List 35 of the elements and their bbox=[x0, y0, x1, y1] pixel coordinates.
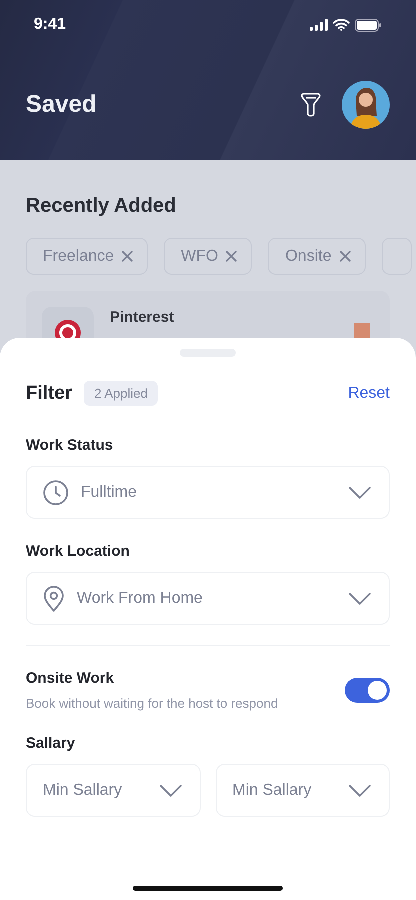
page-title: Saved bbox=[26, 91, 97, 119]
avatar-icon[interactable] bbox=[342, 81, 390, 129]
chevron-down-icon bbox=[160, 784, 182, 796]
battery-icon bbox=[355, 18, 382, 32]
clock-icon bbox=[43, 480, 69, 506]
filter-chip[interactable]: Onsite bbox=[268, 238, 366, 275]
setting-description: Book without waiting for the host to respond bbox=[26, 696, 280, 711]
signal-icon bbox=[310, 19, 328, 31]
field-label: Work Location bbox=[26, 543, 131, 560]
toggle-switch[interactable] bbox=[345, 678, 390, 703]
close-icon[interactable] bbox=[226, 251, 238, 262]
chevron-down-icon bbox=[349, 592, 371, 604]
filter-icon[interactable] bbox=[300, 93, 322, 117]
company-name: Pinterest bbox=[110, 309, 174, 328]
filter-chip[interactable]: Freelance bbox=[26, 238, 148, 275]
close-icon[interactable] bbox=[122, 251, 134, 262]
dropdown-field[interactable]: Min Sallary bbox=[26, 764, 200, 817]
chevron-down-icon bbox=[349, 486, 371, 498]
chevron-down-icon bbox=[349, 784, 371, 796]
section-title: Recently Added bbox=[26, 195, 178, 218]
field-label: Sallary bbox=[26, 735, 76, 752]
status-marker-icon bbox=[354, 323, 370, 339]
field-label: Work Status bbox=[26, 437, 114, 454]
applied-badge: 2 Applied bbox=[84, 381, 158, 406]
sheet-title: Filter bbox=[26, 382, 72, 404]
setting-label: Onsite Work bbox=[26, 670, 116, 687]
filter-chip[interactable]: WFO bbox=[164, 238, 252, 275]
reset-link[interactable]: Reset bbox=[348, 384, 390, 402]
status-time: 9:41 bbox=[34, 16, 66, 34]
location-pin-icon bbox=[43, 586, 65, 612]
dropdown-field[interactable]: Min Sallary bbox=[216, 764, 390, 817]
wifi-icon bbox=[333, 19, 350, 31]
dropdown-field[interactable]: Fulltime bbox=[26, 466, 390, 519]
close-icon[interactable] bbox=[340, 251, 351, 262]
dropdown-field[interactable]: Work From Home bbox=[26, 572, 390, 625]
